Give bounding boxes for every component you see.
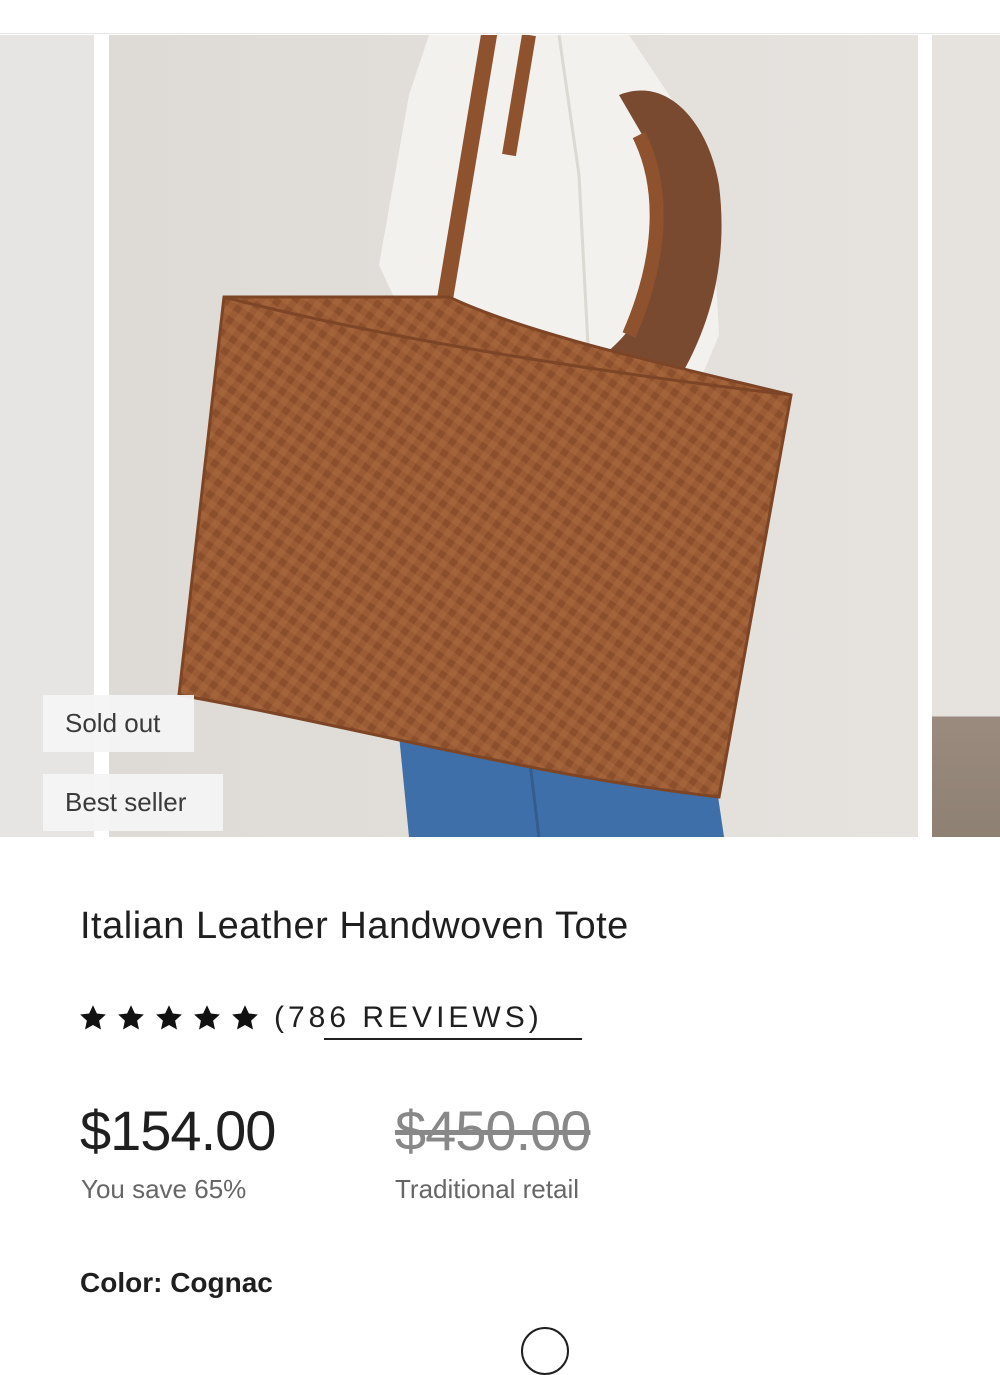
star-icon	[116, 1003, 146, 1033]
rating-row: (786 REVIEWS)	[78, 995, 543, 1041]
color-label: Color: Cognac	[80, 1267, 273, 1298]
retail-label: Traditional retail	[395, 1174, 580, 1204]
sale-price: $154.00	[80, 1099, 276, 1162]
product-image-carousel[interactable]: Sold out Best seller	[0, 35, 1000, 837]
rating-stars	[78, 1003, 268, 1033]
retail-price: $450.00	[395, 1099, 591, 1162]
star-icon	[154, 1003, 184, 1033]
sold-out-badge: Sold out	[43, 695, 194, 752]
tote-photo-illustration	[109, 35, 918, 837]
star-icon	[230, 1003, 260, 1033]
color-swatch-cognac[interactable]	[521, 1327, 569, 1375]
reviews-link[interactable]: (786 REVIEWS)	[274, 1001, 543, 1035]
top-bar	[0, 0, 1000, 34]
reviews-link-underline	[324, 1038, 582, 1040]
product-title: Italian Leather Handwoven Tote	[80, 905, 629, 947]
savings-text: You save 65%	[81, 1174, 247, 1204]
best-seller-badge: Best seller	[43, 774, 223, 831]
product-image[interactable]	[109, 35, 918, 837]
star-icon	[192, 1003, 222, 1033]
star-icon	[78, 1003, 108, 1033]
carousel-next-slide[interactable]	[932, 35, 1000, 837]
